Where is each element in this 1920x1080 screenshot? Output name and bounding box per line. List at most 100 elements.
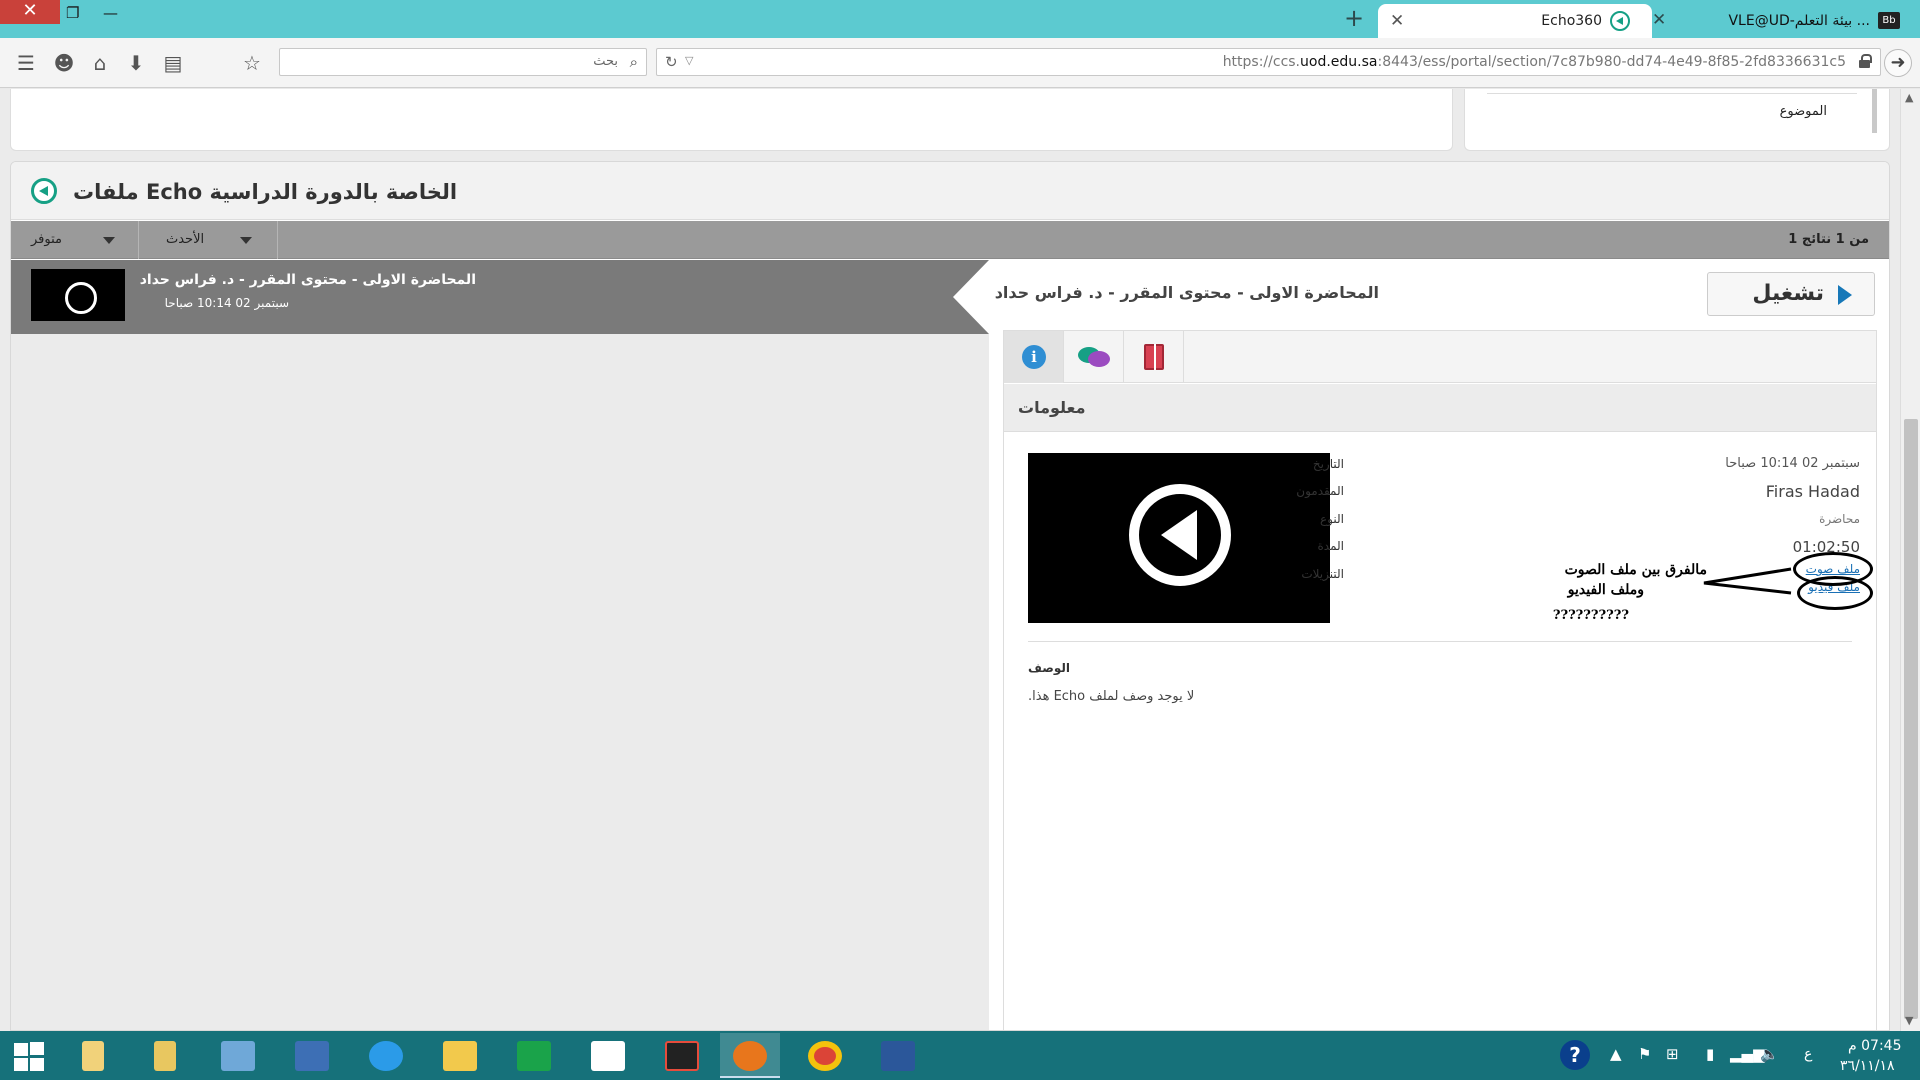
browser-tab-bar: ✕ ❐ — + ✕ Echo360 ✕ VLE@UD-بيئة التعلم .…: [0, 0, 1920, 38]
menu-icon[interactable]: ☰: [14, 51, 38, 75]
media-app-icon: [665, 1041, 699, 1071]
taskbar-files-app[interactable]: [62, 1033, 122, 1078]
taskbar-dropbox[interactable]: [578, 1033, 638, 1078]
scrollbar-thumb[interactable]: [1904, 419, 1918, 1019]
tab-title: VLE@UD-بيئة التعلم ...: [1728, 13, 1870, 29]
window-close-button[interactable]: ✕: [0, 0, 60, 24]
window-restore-button[interactable]: ❐: [66, 4, 88, 22]
chat-icon[interactable]: ☻: [52, 51, 76, 75]
file-explorer-icon: [443, 1041, 477, 1071]
search-icon: ⌕: [629, 53, 638, 71]
page-scrollbar[interactable]: ▲ ▼: [1900, 89, 1920, 1031]
internet-explorer-icon: [369, 1041, 403, 1071]
control-panel-icon: [221, 1041, 255, 1071]
detail-pane: المحاضرة الاولى - محتوى المقرر - د. فراس…: [995, 260, 1889, 1030]
dropbox-icon: [591, 1041, 625, 1071]
list-item[interactable]: المحاضرة الاولى - محتوى المقرر - د. فراس…: [11, 260, 989, 334]
tab-close-icon[interactable]: ✕: [1652, 10, 1666, 30]
play-icon: [1838, 285, 1852, 305]
chevron-down-icon: [240, 237, 252, 244]
detail-title: المحاضرة الاولى - محتوى المقرر - د. فراس…: [994, 283, 1379, 302]
taskbar-firefox[interactable]: [720, 1033, 780, 1078]
presenter-label: المقدمون: [1296, 484, 1344, 498]
windows-taskbar: ? ▲ ⚑ ⊞ ▮ ▂▄▆ 🔈 ع 07:45 م ٣٦/١١/١٨: [0, 1031, 1920, 1080]
window-minimize-button[interactable]: —: [103, 4, 125, 22]
download-icon[interactable]: ⬇: [124, 51, 148, 75]
detail-tabs: i معلومات التاريخ المقدمون النوع المدة ا…: [1003, 330, 1877, 1030]
tab-echo360[interactable]: ✕ Echo360: [1378, 4, 1652, 38]
taskbar-internet-explorer[interactable]: [356, 1033, 416, 1078]
tab-discussion[interactable]: [1064, 331, 1124, 383]
taskbar-media-app[interactable]: [652, 1033, 712, 1078]
scroll-up-icon[interactable]: ▲: [1905, 91, 1913, 104]
scroll-down-icon[interactable]: ▼: [1905, 1014, 1913, 1027]
echo-files-panel: الخاصة بالدورة الدراسية Echo ملفات متوفر…: [10, 161, 1890, 1031]
search-placeholder: بحث: [593, 54, 618, 69]
taskbar-store[interactable]: [504, 1033, 564, 1078]
tray-expand-icon[interactable]: ▲: [1610, 1045, 1622, 1063]
annotation-question-marks: ??????????: [1552, 608, 1629, 623]
topic-card: الموضوع: [1464, 89, 1890, 151]
divider: [1028, 641, 1852, 642]
url-text: https://ccs.uod.edu.sa:8443/ess/portal/s…: [1222, 54, 1846, 70]
flag-icon[interactable]: ⚑: [1638, 1045, 1651, 1063]
input-language[interactable]: ع: [1804, 1046, 1812, 1062]
windows-logo-icon: [14, 1043, 28, 1056]
taskbar-chrome[interactable]: [795, 1033, 855, 1078]
date-label: التاريخ: [1312, 457, 1344, 471]
lock-icon[interactable]: [1859, 54, 1872, 68]
video-preview[interactable]: [1028, 453, 1330, 623]
tab-vle[interactable]: ✕ VLE@UD-بيئة التعلم ... Bb: [1652, 4, 1920, 38]
topic-scrollbar[interactable]: [1872, 89, 1877, 133]
clock-time[interactable]: 07:45 م: [1848, 1038, 1901, 1054]
panel-header: الخاصة بالدورة الدراسية Echo ملفات: [11, 162, 1889, 220]
tab-close-icon[interactable]: ✕: [1390, 11, 1404, 31]
search-input[interactable]: ⌕ بحث: [279, 48, 647, 76]
address-bar[interactable]: ↻ ▽ https://ccs.uod.edu.sa:8443/ess/port…: [656, 48, 1881, 76]
play-button[interactable]: تشغيل: [1707, 272, 1875, 316]
taskbar-control-panel[interactable]: [208, 1033, 268, 1078]
annotation-arrow-icon: [1703, 567, 1792, 595]
reading-list-icon[interactable]: ▤: [161, 51, 185, 75]
go-forward-button[interactable]: ➜: [1884, 49, 1912, 77]
echo360-favicon-icon: [1610, 11, 1630, 31]
info-heading: معلومات: [1018, 398, 1086, 417]
reload-icon[interactable]: ↻: [665, 53, 678, 71]
presenter-value: Firas Hadad: [1765, 482, 1860, 501]
panel-title: الخاصة بالدورة الدراسية Echo ملفات: [73, 180, 458, 204]
help-icon[interactable]: ?: [1560, 1040, 1590, 1070]
history-dropdown-icon[interactable]: ▽: [685, 54, 693, 67]
battery-icon[interactable]: ▮: [1706, 1045, 1714, 1063]
detail-tab-row: i: [1004, 331, 1876, 383]
home-icon[interactable]: ⌂: [88, 51, 112, 75]
taskbar-computer[interactable]: [282, 1033, 342, 1078]
list-item-date: سبتمبر 02 10:14 صباحا: [164, 296, 289, 310]
description-label: الوصف: [1028, 661, 1071, 675]
info-icon: i: [1022, 345, 1046, 369]
computer-icon: [295, 1041, 329, 1071]
folder-icon: [154, 1041, 176, 1071]
taskbar-file-explorer[interactable]: [430, 1033, 490, 1078]
duration-label: المدة: [1317, 539, 1344, 553]
topic-label: الموضوع: [1779, 104, 1827, 119]
tab-title: Echo360: [1541, 13, 1602, 29]
start-button[interactable]: [0, 1033, 60, 1078]
tab-bookmarks[interactable]: [1124, 331, 1184, 383]
availability-dropdown[interactable]: متوفر: [11, 221, 139, 259]
back-arrow-icon[interactable]: [31, 178, 57, 204]
volume-icon[interactable]: 🔈: [1760, 1045, 1779, 1063]
windows-tray-icon[interactable]: ⊞: [1666, 1045, 1679, 1063]
bookmark-star-icon[interactable]: ☆: [240, 51, 264, 75]
filter-bar: متوفر الأحدث من 1 نتائج 1: [11, 221, 1889, 259]
taskbar-word[interactable]: [868, 1033, 928, 1078]
sort-dropdown[interactable]: الأحدث: [140, 221, 278, 259]
chevron-down-icon: [103, 237, 115, 244]
blackboard-favicon-icon: Bb: [1878, 12, 1900, 29]
word-icon: [881, 1041, 915, 1071]
clock-date[interactable]: ٣٦/١١/١٨: [1840, 1058, 1895, 1074]
new-tab-button[interactable]: +: [1340, 5, 1368, 33]
chrome-icon: [808, 1041, 842, 1071]
type-value: محاضرة: [1819, 512, 1860, 526]
tab-info[interactable]: i: [1004, 331, 1064, 383]
taskbar-files-app-2[interactable]: [134, 1033, 194, 1078]
